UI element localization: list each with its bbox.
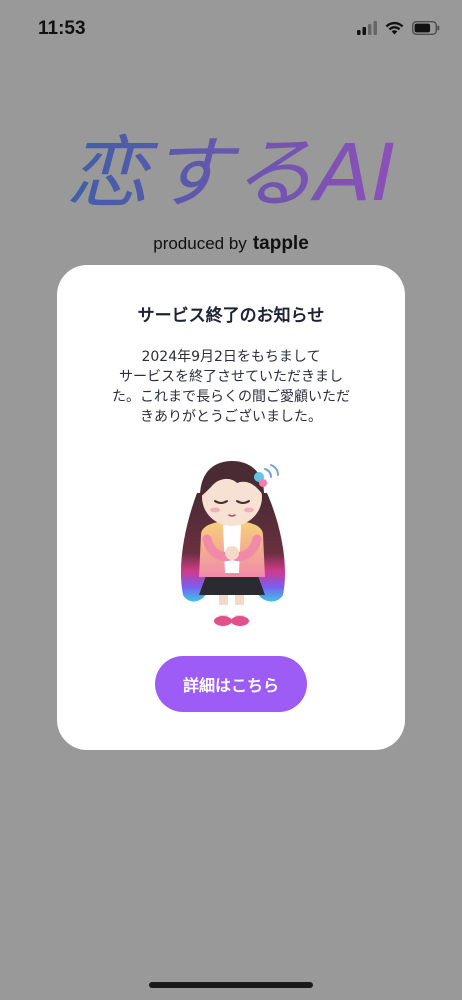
details-button[interactable]: 詳細はこちら: [155, 656, 307, 712]
status-bar: 11:53: [0, 0, 462, 60]
message-line: た。これまで長らくの間ご愛顧いただ: [112, 389, 350, 405]
message-line: サービスを終了させていただきまし: [119, 369, 343, 385]
service-end-dialog: サービス終了のお知らせ 2024年9月2日をもちまして サービスを終了させていた…: [57, 265, 405, 750]
character-illustration: [180, 461, 286, 626]
battery-icon: [412, 21, 440, 35]
wifi-icon: [385, 21, 404, 35]
produced-by-label: produced by: [153, 234, 247, 253]
brand-name: tapple: [252, 233, 309, 254]
message-line: きありがとうございました。: [140, 409, 322, 425]
message-line: 2024年9月2日をもちまして: [141, 349, 321, 365]
produced-by-line: produced by tapple: [0, 233, 462, 255]
logo-title: 恋するAI: [66, 129, 396, 219]
dialog-message: 2024年9月2日をもちまして サービスを終了させていただきまし た。これまで長…: [97, 347, 365, 427]
cellular-signal-icon: [357, 21, 377, 35]
status-time: 11:53: [38, 18, 86, 39]
app-logo: 恋するAI: [66, 129, 396, 219]
home-indicator[interactable]: [149, 982, 313, 988]
dialog-title: サービス終了のお知らせ: [137, 306, 325, 326]
status-icons: [357, 21, 440, 35]
